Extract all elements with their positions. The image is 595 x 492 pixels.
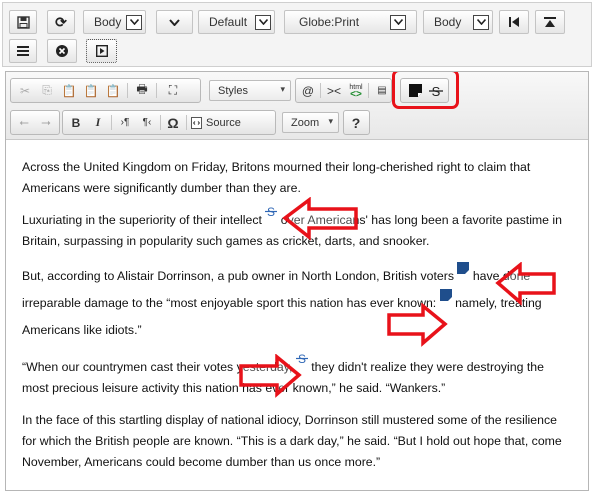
dropdown-arrow-icon	[473, 14, 489, 30]
toolbar-separator	[111, 115, 112, 130]
source-label: Source	[206, 116, 241, 129]
close-circle-icon	[56, 45, 68, 57]
print-style-label: Globe:Print	[299, 15, 360, 29]
help-group: ?	[343, 110, 370, 135]
styles-combo[interactable]: Styles ▾	[209, 80, 291, 101]
cancel-button[interactable]	[47, 39, 77, 63]
remove-format-icon[interactable]: ><	[324, 81, 344, 100]
arrow-left-annotation	[495, 262, 556, 306]
cut-icon[interactable]: ✂	[15, 81, 35, 100]
undo-redo-group: ⭠ ⭢	[10, 110, 60, 135]
code-icon: <>	[350, 88, 362, 100]
toolbar-separator	[127, 83, 128, 98]
redo-icon[interactable]: ⭢	[36, 113, 56, 132]
embed-button[interactable]	[86, 39, 117, 63]
maximize-icon[interactable]: ⛶	[163, 81, 183, 100]
template-icon[interactable]: ▤	[372, 81, 392, 100]
skip-back-icon	[508, 17, 519, 27]
zoom-combo[interactable]: Zoom ▾	[282, 112, 339, 133]
refresh-button[interactable]: ⟳	[47, 10, 75, 34]
expand-button[interactable]	[156, 10, 193, 34]
print-icon[interactable]: 🖶	[132, 81, 152, 100]
menu-icon	[17, 46, 29, 56]
arrow-left-annotation	[282, 197, 358, 241]
paste-icon[interactable]: 📋	[59, 81, 79, 100]
body-label: Body	[434, 15, 462, 29]
move-top-button[interactable]	[535, 10, 565, 34]
paragraph-style-select[interactable]: Body	[83, 10, 146, 34]
refresh-icon: ⟳	[55, 13, 67, 30]
dropdown-arrow-icon: ▾	[280, 84, 285, 94]
styles-label: Styles	[218, 84, 248, 97]
toolbar-separator	[320, 83, 321, 98]
top-toolbar: ⟳ Body Default Globe:Print Body	[2, 2, 592, 67]
print-style-select[interactable]: Globe:Print	[284, 10, 417, 34]
paragraph-2-text-a: Luxuriating in the superiority of their …	[22, 213, 266, 227]
arrow-right-annotation	[239, 354, 302, 398]
paragraph-3: But, according to Alistair Dorrinson, a …	[22, 262, 568, 343]
help-button[interactable]: ?	[346, 113, 366, 132]
paragraph-3-text-a: But, according to Alistair Dorrinson, a …	[22, 269, 458, 284]
save-icon	[16, 15, 30, 29]
source-icon	[191, 116, 202, 129]
template-label: Default	[209, 15, 248, 29]
save-button[interactable]	[9, 10, 37, 34]
dropdown-arrow-icon	[126, 14, 142, 30]
note-marker[interactable]	[457, 257, 470, 283]
editor-toolbar: ✂ ⎘ 📋 📋 📋 🖶 ⛶ Styles ▾ @ >< html <> ▤ S …	[6, 72, 588, 140]
zoom-label: Zoom	[291, 116, 320, 129]
skip-back-button[interactable]	[499, 10, 529, 34]
menu-button[interactable]	[9, 39, 37, 63]
undo-icon[interactable]: ⭠	[14, 113, 34, 132]
dropdown-arrow-icon	[390, 14, 406, 30]
italic-button[interactable]: I	[88, 113, 108, 132]
chevron-down-icon	[169, 18, 180, 26]
toolbar-separator	[156, 83, 157, 98]
dropdown-arrow-icon: ▾	[328, 116, 333, 126]
toolbar-separator	[186, 115, 187, 130]
body-select[interactable]: Body	[423, 10, 493, 34]
template-select[interactable]: Default	[198, 10, 275, 34]
embed-icon	[95, 45, 108, 57]
clipboard-group: ✂ ⎘ 📋 📋 📋 🖶 ⛶	[10, 78, 201, 103]
strike-marker[interactable]: S	[265, 204, 278, 225]
highlight-box	[392, 72, 459, 109]
paragraph-5: In the face of this startling display of…	[22, 413, 562, 469]
dropdown-arrow-icon	[255, 14, 271, 30]
insert-group: @ >< html <> ▤	[295, 78, 392, 103]
rtl-icon[interactable]: ¶‹	[137, 113, 157, 132]
toolbar-separator	[368, 83, 369, 98]
at-button[interactable]: @	[298, 81, 318, 100]
format-group: B I ›¶ ¶‹ Ω Source	[62, 110, 276, 135]
ltr-icon[interactable]: ›¶	[115, 113, 135, 132]
paragraph-style-label: Body	[94, 15, 122, 29]
copy-icon[interactable]: ⎘	[37, 81, 57, 100]
align-top-icon	[544, 16, 556, 27]
source-button[interactable]: Source	[191, 113, 271, 132]
arrow-right-annotation	[387, 303, 448, 347]
bold-button[interactable]: B	[66, 113, 86, 132]
html-snippet-button[interactable]: html <>	[346, 81, 366, 100]
paste-word-icon[interactable]: 📋	[103, 81, 123, 100]
paste-text-icon[interactable]: 📋	[81, 81, 101, 100]
editor-content[interactable]: Across the United Kingdom on Friday, Bri…	[6, 141, 588, 484]
paragraph-1: Across the United Kingdom on Friday, Bri…	[22, 160, 531, 195]
toolbar-separator	[160, 115, 161, 130]
special-char-button[interactable]: Ω	[163, 113, 183, 132]
